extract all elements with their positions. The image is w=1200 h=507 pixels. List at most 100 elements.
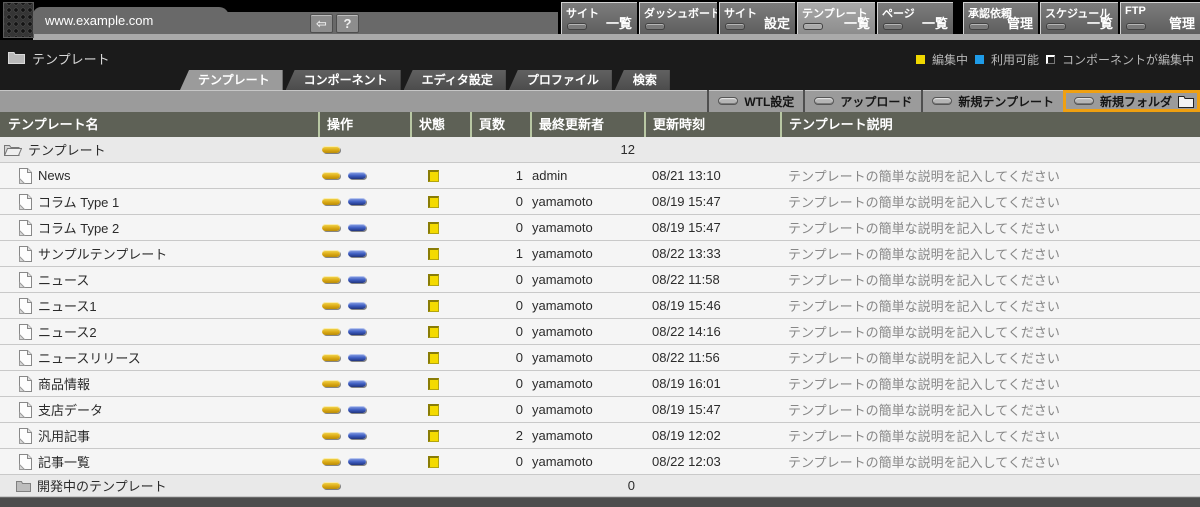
bottom-bar <box>0 497 1200 507</box>
document-icon <box>18 194 32 210</box>
template-name-link[interactable]: News <box>38 168 71 183</box>
status-editing-icon <box>428 170 439 182</box>
site-tab[interactable]: www.example.com <box>33 7 229 34</box>
nav-item-7[interactable]: スケジュール一覧 <box>1040 2 1118 34</box>
tab-3[interactable]: エディタ設定 <box>404 70 506 90</box>
toolbar-button-label: 新規フォルダ <box>1100 93 1172 110</box>
document-icon <box>18 246 32 262</box>
yellow-operation-pill[interactable] <box>322 432 340 439</box>
column-header-description[interactable]: テンプレート説明 <box>780 112 893 137</box>
template-name-cell: 開発中のテンプレート <box>0 475 318 496</box>
template-name-link[interactable]: サンプルテンプレート <box>38 244 167 263</box>
nav-item-2[interactable]: ダッシュボード <box>639 2 717 34</box>
blue-operation-pill[interactable] <box>348 406 366 413</box>
blue-operation-pill[interactable] <box>348 328 366 335</box>
nav-item-3[interactable]: サイト設定 <box>719 2 795 34</box>
yellow-operation-pill[interactable] <box>322 458 340 465</box>
operations-cell <box>322 293 410 318</box>
yellow-operation-pill[interactable] <box>322 198 340 205</box>
operations-cell <box>322 241 410 266</box>
toolbar-button-4[interactable]: 新規フォルダ <box>1063 90 1200 112</box>
blue-operation-pill[interactable] <box>348 458 366 465</box>
column-header-update-time[interactable]: 更新時刻 <box>644 112 705 137</box>
yellow-operation-pill[interactable] <box>322 354 340 361</box>
nav-item-label: 一覧 <box>844 13 870 32</box>
template-name-link[interactable]: 汎用記事 <box>38 426 90 445</box>
status-editing-icon <box>428 326 439 338</box>
content-tabs: テンプレートコンポーネントエディタ設定プロファイル検索 <box>180 70 673 90</box>
nav-item-5[interactable]: ページ一覧 <box>877 2 953 34</box>
last-updater-cell: yamamoto <box>532 371 642 396</box>
status-cell <box>428 397 468 422</box>
toolbar-button-2[interactable]: アップロード <box>803 90 921 112</box>
yellow-operation-pill[interactable] <box>322 482 340 489</box>
operations-cell <box>322 475 410 496</box>
template-name-link[interactable]: ニュース <box>38 270 89 289</box>
help-icon[interactable]: ? <box>336 14 359 33</box>
column-header-status[interactable]: 状態 <box>410 112 445 137</box>
template-name-link[interactable]: 支店データ <box>38 400 103 419</box>
toolbar-button-3[interactable]: 新規テンプレート <box>921 90 1063 112</box>
template-name-link[interactable]: ニュースリリース <box>38 348 141 367</box>
yellow-operation-pill[interactable] <box>322 380 340 387</box>
blue-operation-pill[interactable] <box>348 276 366 283</box>
column-header-name[interactable]: テンプレート名 <box>8 112 99 137</box>
yellow-operation-pill[interactable] <box>322 224 340 231</box>
blue-operation-pill[interactable] <box>348 198 366 205</box>
nav-item-label: 一覧 <box>922 13 948 32</box>
tab-5[interactable]: 検索 <box>615 70 670 90</box>
operations-cell <box>322 371 410 396</box>
template-name-link[interactable]: ニュース1 <box>38 296 97 315</box>
yellow-operation-pill[interactable] <box>322 172 340 179</box>
yellow-operation-pill[interactable] <box>322 406 340 413</box>
nav-item-8[interactable]: FTP管理 <box>1120 2 1200 34</box>
blue-operation-pill[interactable] <box>348 432 366 439</box>
yellow-operation-pill[interactable] <box>322 250 340 257</box>
yellow-operation-pill[interactable] <box>322 328 340 335</box>
description-cell: テンプレートの簡単な説明を記入してください <box>788 163 1200 188</box>
description-cell: テンプレートの簡単な説明を記入してください <box>788 267 1200 292</box>
page-count-cell: 0 <box>470 215 523 240</box>
operations-cell <box>322 449 410 474</box>
column-header-operations[interactable]: 操作 <box>318 112 353 137</box>
template-name-link[interactable]: 商品情報 <box>38 374 90 393</box>
blue-operation-pill[interactable] <box>348 172 366 179</box>
legend-component-editing-label: コンポーネントが編集中 <box>1062 51 1194 68</box>
operations-cell <box>322 215 410 240</box>
status-editing-icon <box>428 352 439 364</box>
template-name-link[interactable]: コラム Type 1 <box>38 192 119 211</box>
nav-item-6[interactable]: 承認依頼管理 <box>963 2 1038 34</box>
nav-item-4[interactable]: テンプレート一覧 <box>797 2 875 34</box>
yellow-operation-pill[interactable] <box>322 276 340 283</box>
table-header: テンプレート名 操作 状態 頁数 最終更新者 更新時刻 テンプレート説明 <box>0 112 1200 137</box>
legend-editing-label: 編集中 <box>932 51 968 68</box>
tab-1[interactable]: テンプレート <box>180 70 283 90</box>
toolbar-button-1[interactable]: WTL設定 <box>707 90 803 112</box>
page-count-cell: 0 <box>470 371 523 396</box>
blue-operation-pill[interactable] <box>348 354 366 361</box>
template-name-link[interactable]: テンプレート <box>28 140 106 159</box>
toolbar-button-label: 新規テンプレート <box>958 93 1054 110</box>
template-name-cell: サンプルテンプレート <box>0 241 318 266</box>
nav-item-label: 管理 <box>1007 13 1033 32</box>
app-grid-icon[interactable] <box>3 2 34 38</box>
blue-operation-pill[interactable] <box>348 302 366 309</box>
template-name-cell: News <box>0 163 318 188</box>
blue-operation-pill[interactable] <box>348 224 366 231</box>
column-header-last-updater[interactable]: 最終更新者 <box>530 112 604 137</box>
tab-2[interactable]: コンポーネント <box>286 70 401 90</box>
tab-4[interactable]: プロファイル <box>509 70 612 90</box>
template-name-link[interactable]: ニュース2 <box>38 322 97 341</box>
template-name-link[interactable]: コラム Type 2 <box>38 218 119 237</box>
column-header-pages[interactable]: 頁数 <box>470 112 505 137</box>
yellow-operation-pill[interactable] <box>322 302 340 309</box>
template-name-link[interactable]: 開発中のテンプレート <box>37 476 167 495</box>
template-name-link[interactable]: 記事一覧 <box>38 452 90 471</box>
yellow-operation-pill[interactable] <box>322 146 340 153</box>
blue-operation-pill[interactable] <box>348 380 366 387</box>
description-cell: テンプレートの簡単な説明を記入してください <box>788 241 1200 266</box>
nav-item-1[interactable]: サイト一覧 <box>561 2 637 34</box>
blue-operation-pill[interactable] <box>348 250 366 257</box>
back-icon[interactable]: ⇦ <box>310 14 333 33</box>
template-name-cell: コラム Type 2 <box>0 215 318 240</box>
